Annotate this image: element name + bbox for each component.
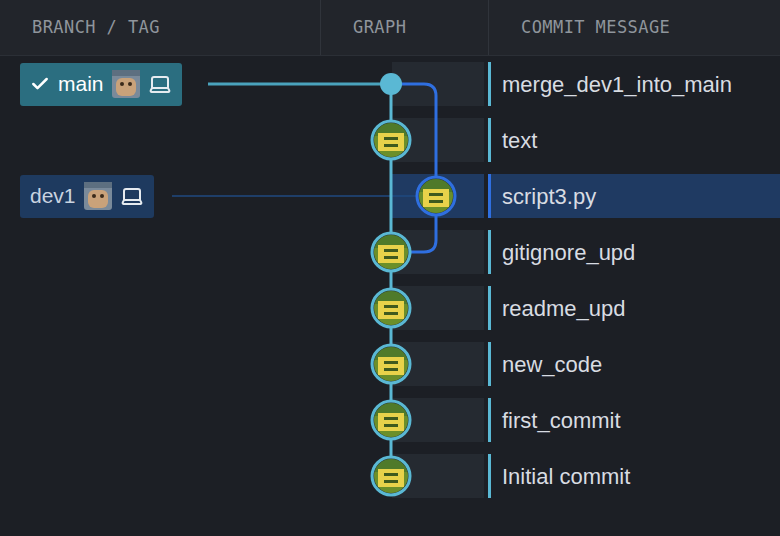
commit-graph-app: BRANCH / TAGGRAPHCOMMIT MESSAGE main merge…	[0, 0, 780, 536]
commit-row[interactable]: gitignore_upd	[0, 224, 780, 280]
branch-cell: dev1	[0, 175, 320, 218]
author-avatar-icon	[372, 401, 410, 439]
graph-cell	[320, 112, 488, 168]
graph-cell	[320, 280, 488, 336]
branch-connector	[172, 195, 416, 197]
commit-message: script3.py	[491, 180, 596, 213]
message-cell: Initial commit	[488, 454, 780, 498]
column-header[interactable]: GRAPH	[320, 0, 488, 55]
graph-cell	[320, 224, 488, 280]
commit-message: Initial commit	[491, 460, 630, 493]
commit-rows: main merge_dev1_into_maintext dev1 script3.…	[0, 56, 780, 504]
graph-cell	[320, 56, 488, 112]
branch-label[interactable]: dev1	[20, 175, 154, 218]
commit-row[interactable]: new_code	[0, 336, 780, 392]
dev1-parent-edge	[391, 196, 436, 252]
author-avatar-icon	[372, 345, 410, 383]
graph-header: BRANCH / TAGGRAPHCOMMIT MESSAGE	[0, 0, 780, 56]
graph-cell	[320, 336, 488, 392]
column-header[interactable]: BRANCH / TAG	[0, 0, 320, 55]
commit-message: new_code	[491, 348, 602, 381]
author-avatar-icon	[372, 457, 410, 495]
local-laptop-icon	[148, 72, 172, 96]
graph-cell	[320, 392, 488, 448]
dev1-merge-edge	[391, 84, 436, 196]
branch-label[interactable]: main	[20, 63, 182, 106]
commit-message: text	[491, 124, 537, 157]
commit-row[interactable]: Initial commit	[0, 448, 780, 504]
author-avatar-icon	[417, 177, 455, 215]
message-cell: merge_dev1_into_main	[488, 62, 780, 106]
message-cell: readme_upd	[488, 286, 780, 330]
commit-message: merge_dev1_into_main	[491, 68, 732, 101]
user-avatar-icon	[112, 70, 140, 98]
branch-cell: main	[0, 63, 320, 106]
graph-cell	[320, 168, 488, 224]
merge-node-icon[interactable]	[380, 73, 402, 95]
main-lane	[390, 84, 393, 476]
commit-row[interactable]: text	[0, 112, 780, 168]
message-cell: script3.py	[488, 174, 780, 218]
message-cell: first_commit	[488, 398, 780, 442]
branch-name: main	[58, 68, 104, 100]
commit-row[interactable]: main merge_dev1_into_main	[0, 56, 780, 112]
column-header[interactable]: COMMIT MESSAGE	[488, 0, 780, 55]
commit-message: first_commit	[491, 404, 621, 437]
branch-name: dev1	[30, 180, 76, 212]
commit-message: gitignore_upd	[491, 236, 635, 269]
author-avatar-icon	[372, 121, 410, 159]
commit-message: readme_upd	[491, 292, 626, 325]
commit-row[interactable]: first_commit	[0, 392, 780, 448]
checked-out-icon	[30, 74, 50, 94]
message-cell: text	[488, 118, 780, 162]
user-avatar-icon	[84, 182, 112, 210]
message-cell: gitignore_upd	[488, 230, 780, 274]
message-cell: new_code	[488, 342, 780, 386]
commit-graph	[0, 56, 780, 504]
branch-connector	[208, 83, 391, 86]
commit-row[interactable]: dev1 script3.py	[0, 168, 780, 224]
graph-cell	[320, 448, 488, 504]
author-avatar-icon	[372, 289, 410, 327]
local-laptop-icon	[120, 184, 144, 208]
commit-row[interactable]: readme_upd	[0, 280, 780, 336]
author-avatar-icon	[372, 233, 410, 271]
